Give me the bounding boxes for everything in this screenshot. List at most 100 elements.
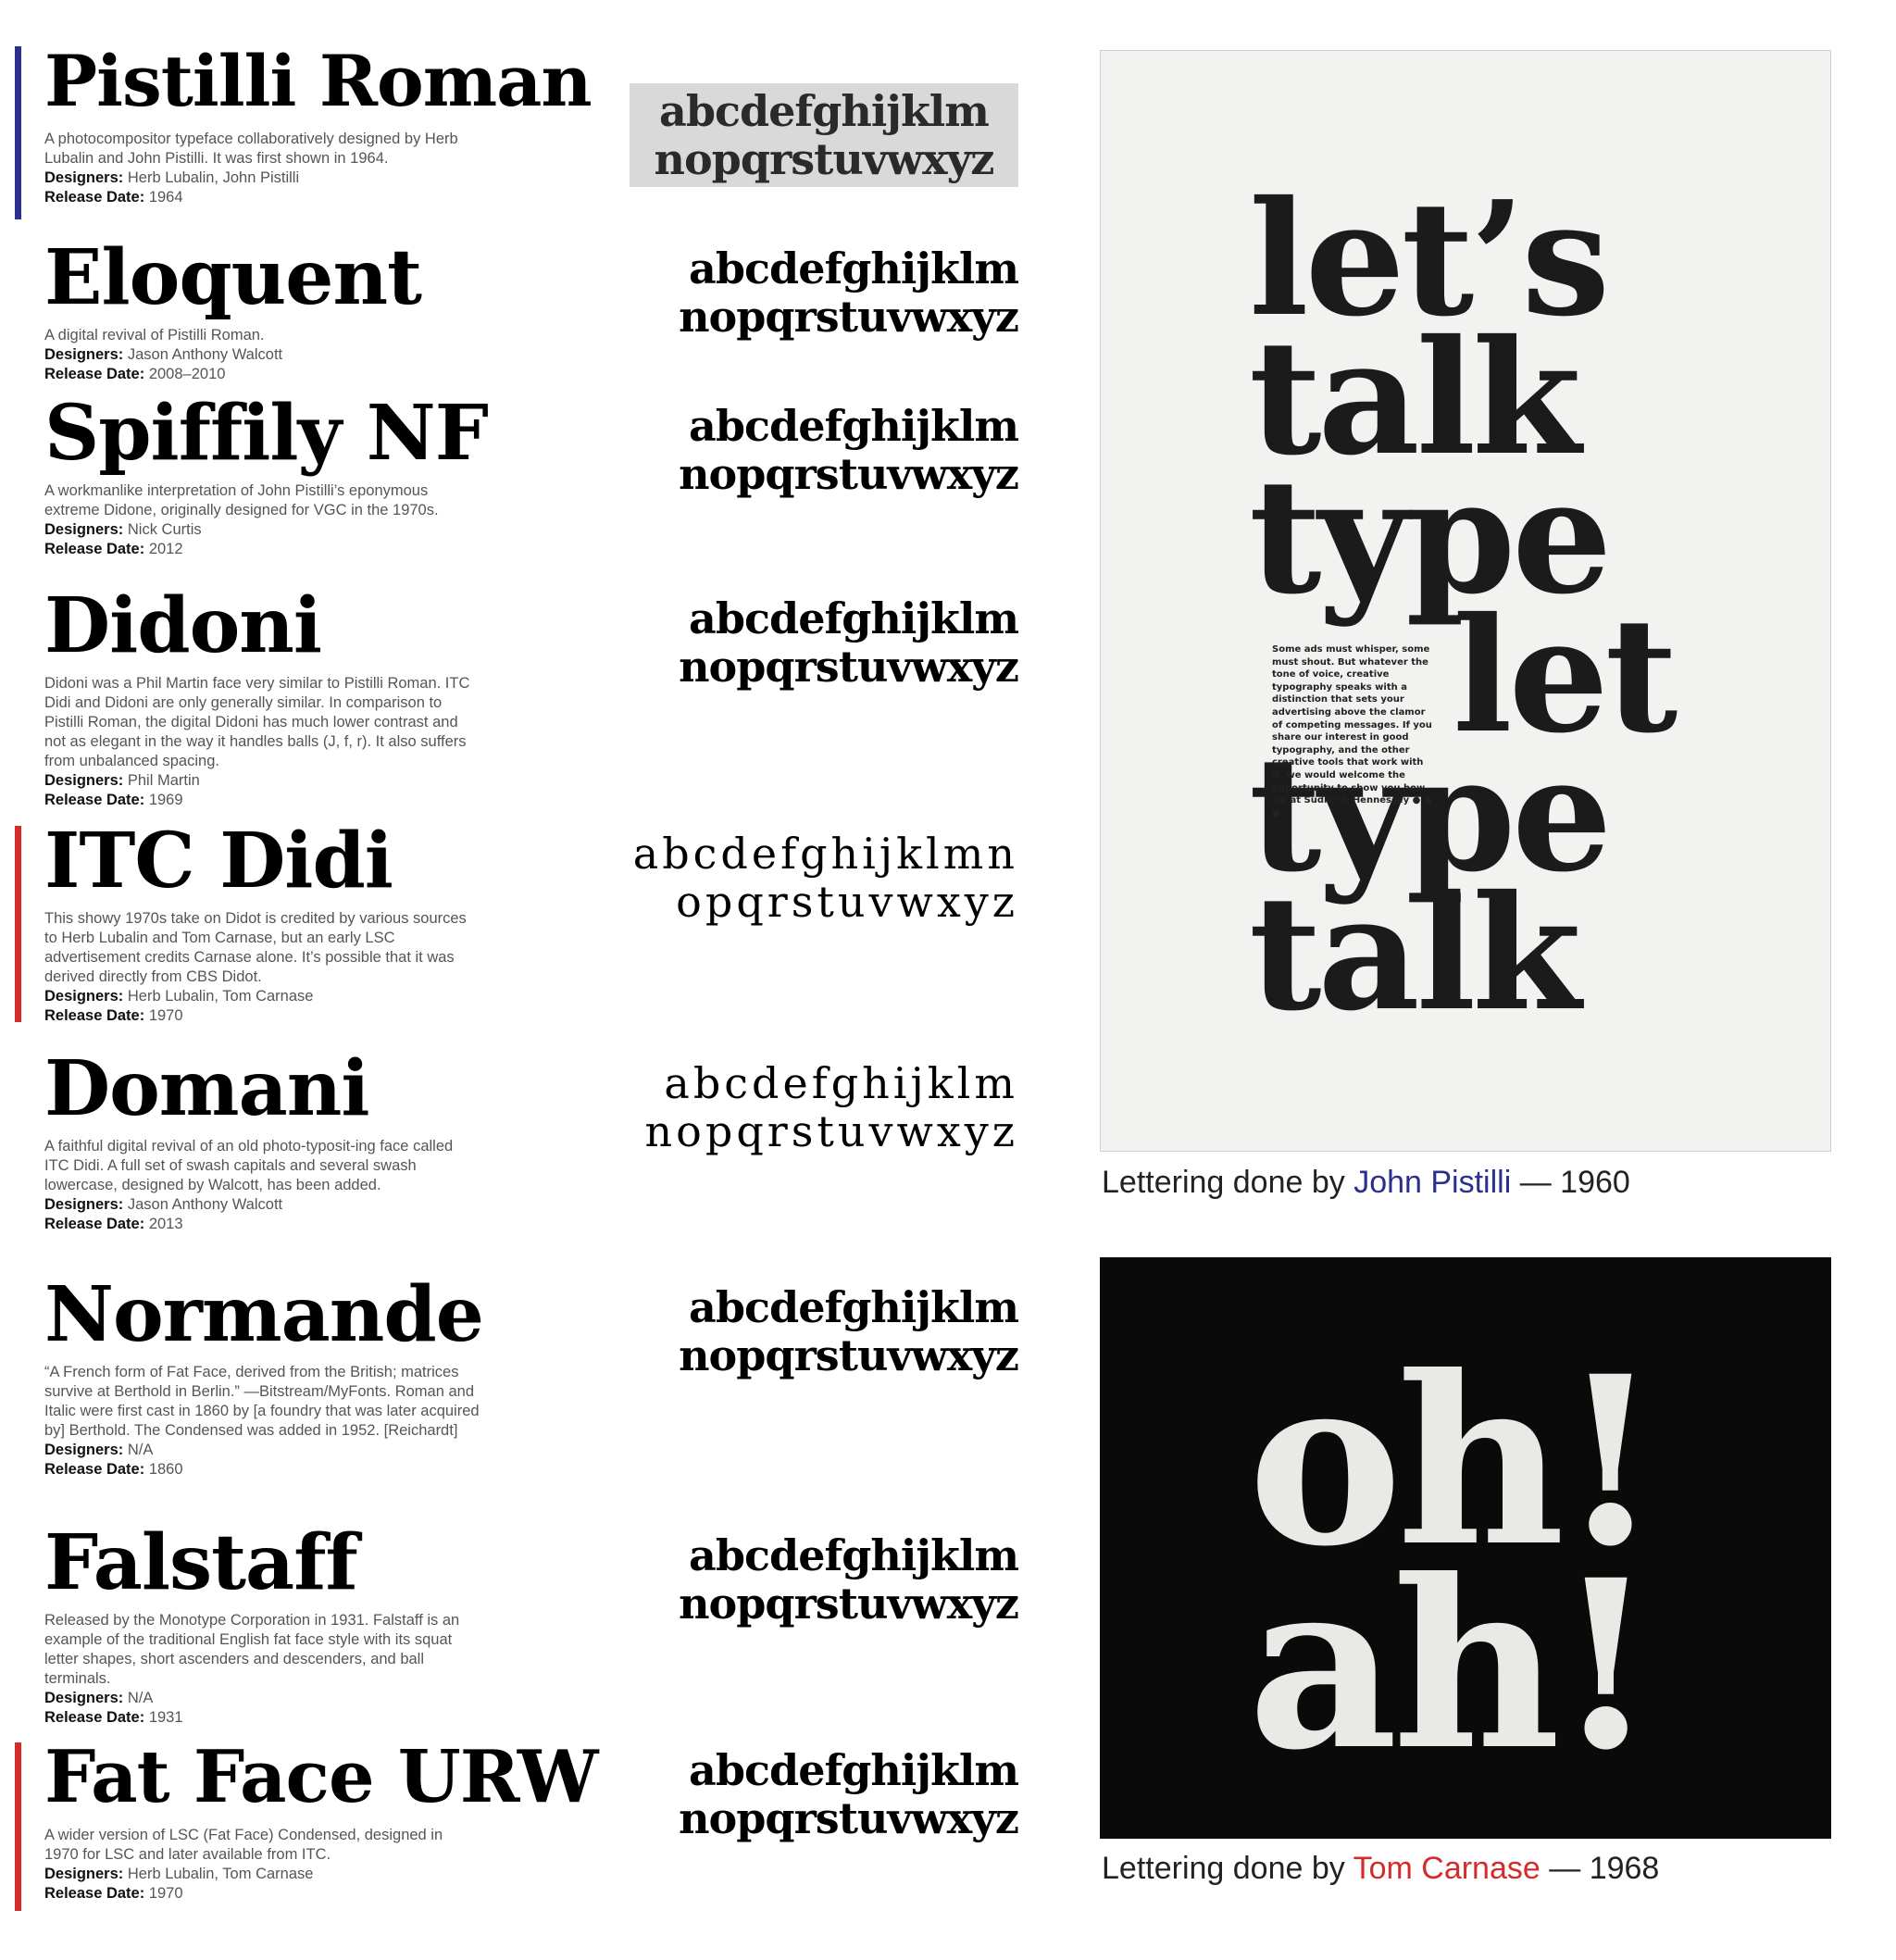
release-line: Release Date: 1860 [44, 1460, 480, 1479]
designers-value: Herb Lubalin, John Pistilli [127, 169, 300, 186]
release-label: Release Date: [44, 792, 145, 808]
release-line: Release Date: 1970 [44, 1884, 480, 1904]
release-line: Release Date: 1964 [44, 188, 480, 207]
release-line: Release Date: 1969 [44, 791, 480, 810]
typeface-name: Didoni [44, 581, 322, 670]
designers-label: Designers: [44, 521, 124, 538]
typeface-entry: Didoni Didoni was a Phil Martin face very… [0, 581, 1019, 808]
typeface-description: This showy 1970s take on Didot is credit… [44, 910, 467, 985]
designers-line: Designers: Herb Lubalin, John Pistilli [44, 169, 480, 188]
release-line: Release Date: 1931 [44, 1708, 480, 1728]
typeface-entry: Spiffily NF A workmanlike interpretation … [0, 389, 1019, 579]
typeface-description: A workmanlike interpretation of John Pis… [44, 482, 439, 518]
designers-line: Designers: Jason Anthony Walcott [44, 345, 480, 365]
typeface-description: A wider version of LSC (Fat Face) Conden… [44, 1827, 443, 1863]
typeface-entry: ITC Didi This showy 1970s take on Didot i… [0, 817, 1018, 1030]
alphabet-line: abcdefghijklmn [632, 829, 1018, 879]
caption-suffix: — 1968 [1540, 1851, 1660, 1886]
typeface-entry: Domani A faithful digital revival of an o… [0, 1044, 1018, 1248]
poster-line: talk [1249, 861, 1581, 1046]
designers-line: Designers: N/A [44, 1689, 480, 1708]
typeface-description: “A French form of Fat Face, derived from… [44, 1364, 480, 1439]
alphabet-line: abcdefghijklm [689, 243, 1019, 293]
release-label: Release Date: [44, 189, 145, 206]
designers-value: Herb Lubalin, Tom Carnase [127, 988, 314, 1005]
typeface-name: Spiffily NF [44, 389, 489, 478]
designers-label: Designers: [44, 1442, 124, 1458]
designers-label: Designers: [44, 1690, 124, 1706]
designers-line: Designers: Herb Lubalin, Tom Carnase [44, 987, 480, 1006]
alphabet-line: nopqrstuvwxyz [679, 292, 1019, 342]
alphabet-line: abcdefghijklm [664, 1058, 1018, 1108]
alphabet-specimen: abcdefghijklmnopqrstuvwxyz [592, 1745, 1019, 1842]
caption-carnase: Lettering done by Tom Carnase — 1968 [1102, 1850, 1659, 1887]
typeface-entry: Fat Face URW A wider version of LSC (Fat … [0, 1733, 1019, 1918]
release-value: 1969 [148, 792, 183, 808]
designers-label: Designers: [44, 1196, 124, 1213]
designers-line: Designers: N/A [44, 1441, 480, 1460]
typeface-description-block: This showy 1970s take on Didot is credit… [44, 909, 480, 1026]
release-label: Release Date: [44, 1709, 145, 1726]
caption-pistilli: Lettering done by John Pistilli — 1960 [1102, 1164, 1630, 1201]
alphabet-line: abcdefghijklm [689, 1530, 1019, 1580]
designers-label: Designers: [44, 988, 124, 1005]
release-label: Release Date: [44, 366, 145, 382]
typeface-description-block: Didoni was a Phil Martin face very simil… [44, 674, 480, 810]
typeface-description: A faithful digital revival of an old pho… [44, 1138, 454, 1193]
poster-body-copy: Some ads must whisper, some must shout. … [1272, 644, 1432, 818]
alphabet-specimen: abcdefghijklmnopqrstuvwxyz [592, 1059, 1018, 1155]
typeface-name: Falstaff [44, 1518, 358, 1607]
alphabet-specimen: abcdefghijklmnopqrstuvwxyz [592, 593, 1019, 692]
alphabet-specimen: abcdefghijklmnopqrstuvwxyz [592, 1530, 1019, 1628]
alphabet-line: nopqrstuvwxyz [644, 1106, 1018, 1156]
release-value: 1970 [148, 1007, 183, 1024]
designers-line: Designers: Nick Curtis [44, 520, 480, 540]
designers-value: Jason Anthony Walcott [127, 1196, 283, 1213]
alphabet-specimen: abcdefghijklmnopqrstuvwxyz [592, 243, 1019, 342]
alphabet-specimen: abcdefghijklmnopqrstuvwxyz [592, 402, 1019, 498]
typeface-entry: Eloquent A digital revival of Pistilli Ro… [0, 233, 1019, 386]
typeface-description: A photocompositor typeface collaborative… [44, 131, 458, 167]
typeface-description-block: A workmanlike interpretation of John Pis… [44, 481, 480, 559]
release-line: Release Date: 1970 [44, 1006, 480, 1026]
designers-value: Nick Curtis [127, 521, 202, 538]
typeface-name: Pistilli Roman [44, 40, 592, 122]
typeface-description-block: Released by the Monotype Corporation in … [44, 1611, 480, 1728]
alphabet-line: nopqrstuvwxyz [679, 642, 1019, 692]
typeface-entry: Pistilli Roman A photocompositor typeface… [0, 37, 1018, 227]
designers-label: Designers: [44, 346, 124, 363]
release-value: 2013 [148, 1216, 183, 1232]
alphabet-specimen: abcdefghijklmnopqrstuvwxyz [592, 1282, 1019, 1380]
typeface-description-block: A photocompositor typeface collaborative… [44, 130, 480, 207]
release-value: 2008–2010 [148, 366, 226, 382]
typeface-entry: Normande “A French form of Fat Face, deri… [0, 1270, 1019, 1516]
designers-label: Designers: [44, 772, 124, 789]
release-value: 2012 [148, 541, 183, 557]
release-label: Release Date: [44, 541, 145, 557]
typeface-description: Didoni was a Phil Martin face very simil… [44, 675, 470, 769]
caption-designer-name: John Pistilli [1353, 1165, 1512, 1200]
release-label: Release Date: [44, 1007, 145, 1024]
release-label: Release Date: [44, 1885, 145, 1902]
release-value: 1964 [148, 189, 183, 206]
release-label: Release Date: [44, 1216, 145, 1232]
release-value: 1860 [148, 1461, 183, 1478]
accent-bar [15, 46, 21, 219]
alphabet-line: abcdefghijklm [689, 593, 1019, 643]
alphabet-line: abcdefghijklm [689, 1282, 1019, 1332]
alphabet-line: abcdefghijklm [689, 1745, 1019, 1795]
designers-value: Jason Anthony Walcott [127, 346, 283, 363]
release-value: 1970 [148, 1885, 183, 1902]
typeface-name: Normande [44, 1270, 484, 1359]
designers-value: Phil Martin [127, 772, 200, 789]
typeface-name: Fat Face URW [44, 1735, 598, 1819]
designers-line: Designers: Herb Lubalin, Tom Carnase [44, 1865, 480, 1884]
caption-prefix: Lettering done by [1102, 1165, 1354, 1200]
designers-label: Designers: [44, 169, 124, 186]
alphabet-line: nopqrstuvwxyz [654, 134, 995, 184]
accent-bar [15, 826, 21, 1022]
typeface-name: Eloquent [44, 233, 422, 322]
lets-talk-type-poster: let’s talk type let type talk Some ads m… [1100, 50, 1831, 1152]
typeface-description-block: “A French form of Fat Face, derived from… [44, 1363, 480, 1479]
alphabet-line: nopqrstuvwxyz [679, 1330, 1019, 1380]
